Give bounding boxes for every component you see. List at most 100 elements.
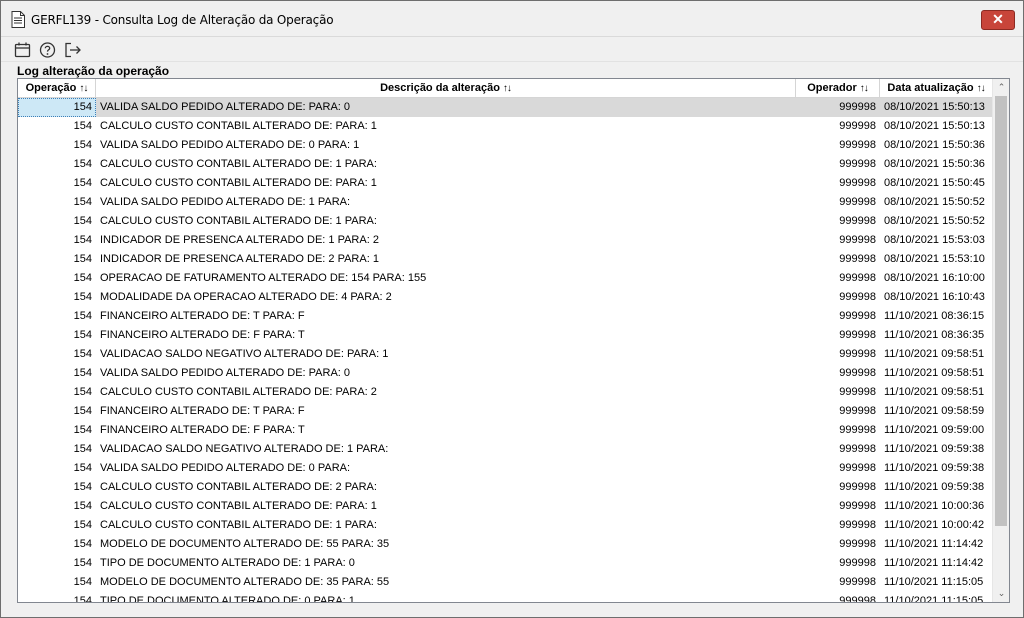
cell-data[interactable]: 11/10/2021 08:36:35 bbox=[880, 326, 992, 345]
cell-operador[interactable]: 999998 bbox=[796, 383, 880, 402]
cell-data[interactable]: 08/10/2021 16:10:43 bbox=[880, 288, 992, 307]
table-row[interactable]: 154 MODELO DE DOCUMENTO ALTERADO DE: 35 P… bbox=[18, 573, 992, 592]
scroll-up-icon[interactable]: ⌃ bbox=[993, 79, 1009, 96]
cell-operador[interactable]: 999998 bbox=[796, 478, 880, 497]
table-row[interactable]: 154 CALCULO CUSTO CONTABIL ALTERADO DE: 2… bbox=[18, 478, 992, 497]
cell-data[interactable]: 08/10/2021 15:50:52 bbox=[880, 193, 992, 212]
cell-descricao[interactable]: INDICADOR DE PRESENCA ALTERADO DE: 1 PAR… bbox=[96, 231, 796, 250]
cell-operacao[interactable]: 154 bbox=[18, 554, 96, 573]
table-row[interactable]: 154 CALCULO CUSTO CONTABIL ALTERADO DE: P… bbox=[18, 497, 992, 516]
table-row[interactable]: 154 VALIDA SALDO PEDIDO ALTERADO DE: 0 PA… bbox=[18, 136, 992, 155]
cell-descricao[interactable]: CALCULO CUSTO CONTABIL ALTERADO DE: 1 PA… bbox=[96, 155, 796, 174]
cell-descricao[interactable]: VALIDA SALDO PEDIDO ALTERADO DE: 1 PARA: bbox=[96, 193, 796, 212]
cell-data[interactable]: 11/10/2021 11:15:05 bbox=[880, 573, 992, 592]
cell-operacao[interactable]: 154 bbox=[18, 193, 96, 212]
cell-descricao[interactable]: FINANCEIRO ALTERADO DE: F PARA: T bbox=[96, 326, 796, 345]
cell-descricao[interactable]: CALCULO CUSTO CONTABIL ALTERADO DE: PARA… bbox=[96, 174, 796, 193]
table-row[interactable]: 154 CALCULO CUSTO CONTABIL ALTERADO DE: 1… bbox=[18, 155, 992, 174]
cell-operacao[interactable]: 154 bbox=[18, 174, 96, 193]
sort-icon[interactable]: ↑↓ bbox=[860, 83, 869, 94]
cell-data[interactable]: 11/10/2021 09:58:51 bbox=[880, 345, 992, 364]
scrollbar-thumb[interactable] bbox=[995, 96, 1007, 526]
table-row[interactable]: 154 CALCULO CUSTO CONTABIL ALTERADO DE: P… bbox=[18, 117, 992, 136]
column-header-operador[interactable]: Operador ↑↓ bbox=[796, 79, 880, 98]
vertical-scrollbar[interactable]: ⌃ ⌄ bbox=[992, 79, 1009, 602]
table-row[interactable]: 154 VALIDA SALDO PEDIDO ALTERADO DE: 0 PA… bbox=[18, 459, 992, 478]
cell-data[interactable]: 11/10/2021 09:59:38 bbox=[880, 440, 992, 459]
cell-data[interactable]: 11/10/2021 11:14:42 bbox=[880, 554, 992, 573]
cell-descricao[interactable]: CALCULO CUSTO CONTABIL ALTERADO DE: PARA… bbox=[96, 497, 796, 516]
cell-data[interactable]: 11/10/2021 09:58:51 bbox=[880, 383, 992, 402]
table-row[interactable]: 154 FINANCEIRO ALTERADO DE: F PARA: T 9999… bbox=[18, 421, 992, 440]
cell-descricao[interactable]: TIPO DE DOCUMENTO ALTERADO DE: 1 PARA: 0 bbox=[96, 554, 796, 573]
cell-data[interactable]: 11/10/2021 10:00:42 bbox=[880, 516, 992, 535]
cell-operacao[interactable]: 154 bbox=[18, 288, 96, 307]
table-row[interactable]: 154 FINANCEIRO ALTERADO DE: T PARA: F 9999… bbox=[18, 307, 992, 326]
cell-operacao[interactable]: 154 bbox=[18, 516, 96, 535]
table-row[interactable]: 154 CALCULO CUSTO CONTABIL ALTERADO DE: 1… bbox=[18, 516, 992, 535]
table-row[interactable]: 154 INDICADOR DE PRESENCA ALTERADO DE: 2 … bbox=[18, 250, 992, 269]
cell-operador[interactable]: 999998 bbox=[796, 497, 880, 516]
column-header-descricao[interactable]: Descrição da alteração ↑↓ bbox=[96, 79, 796, 98]
cell-operador[interactable]: 999998 bbox=[796, 440, 880, 459]
table-row[interactable]: 154 CALCULO CUSTO CONTABIL ALTERADO DE: 1… bbox=[18, 212, 992, 231]
cell-operador[interactable]: 999998 bbox=[796, 535, 880, 554]
cell-operacao[interactable]: 154 bbox=[18, 383, 96, 402]
cell-operador[interactable]: 999998 bbox=[796, 402, 880, 421]
cell-data[interactable]: 08/10/2021 15:50:13 bbox=[880, 98, 992, 117]
cell-data[interactable]: 11/10/2021 09:58:51 bbox=[880, 364, 992, 383]
cell-operacao[interactable]: 154 bbox=[18, 231, 96, 250]
cell-operacao[interactable]: 154 bbox=[18, 440, 96, 459]
cell-operador[interactable]: 999998 bbox=[796, 592, 880, 602]
calendar-icon[interactable] bbox=[13, 40, 33, 60]
cell-operacao[interactable]: 154 bbox=[18, 535, 96, 554]
cell-descricao[interactable]: FINANCEIRO ALTERADO DE: T PARA: F bbox=[96, 307, 796, 326]
cell-operacao[interactable]: 154 bbox=[18, 421, 96, 440]
cell-operador[interactable]: 999998 bbox=[796, 345, 880, 364]
cell-operador[interactable]: 999998 bbox=[796, 231, 880, 250]
cell-operacao[interactable]: 154 bbox=[18, 250, 96, 269]
cell-data[interactable]: 08/10/2021 15:50:36 bbox=[880, 155, 992, 174]
cell-operador[interactable]: 999998 bbox=[796, 155, 880, 174]
cell-descricao[interactable]: CALCULO CUSTO CONTABIL ALTERADO DE: 1 PA… bbox=[96, 212, 796, 231]
help-icon[interactable] bbox=[38, 40, 58, 60]
cell-data[interactable]: 11/10/2021 11:15:05 bbox=[880, 592, 992, 602]
cell-descricao[interactable]: CALCULO CUSTO CONTABIL ALTERADO DE: 1 PA… bbox=[96, 516, 796, 535]
cell-operador[interactable]: 999998 bbox=[796, 136, 880, 155]
cell-operador[interactable]: 999998 bbox=[796, 98, 880, 117]
table-row[interactable]: 154 VALIDACAO SALDO NEGATIVO ALTERADO DE:… bbox=[18, 345, 992, 364]
cell-data[interactable]: 11/10/2021 10:00:36 bbox=[880, 497, 992, 516]
cell-operador[interactable]: 999998 bbox=[796, 307, 880, 326]
cell-operacao[interactable]: 154 bbox=[18, 212, 96, 231]
cell-operador[interactable]: 999998 bbox=[796, 212, 880, 231]
column-header-operacao[interactable]: Operação ↑↓ bbox=[18, 79, 96, 98]
cell-data[interactable]: 08/10/2021 15:50:45 bbox=[880, 174, 992, 193]
cell-data[interactable]: 11/10/2021 09:58:59 bbox=[880, 402, 992, 421]
cell-operador[interactable]: 999998 bbox=[796, 326, 880, 345]
cell-operador[interactable]: 999998 bbox=[796, 364, 880, 383]
cell-operacao[interactable]: 154 bbox=[18, 269, 96, 288]
cell-operador[interactable]: 999998 bbox=[796, 193, 880, 212]
cell-operacao[interactable]: 154 bbox=[18, 497, 96, 516]
table-row[interactable]: 154 CALCULO CUSTO CONTABIL ALTERADO DE: P… bbox=[18, 383, 992, 402]
sort-icon[interactable]: ↑↓ bbox=[79, 83, 88, 94]
table-row[interactable]: 154 FINANCEIRO ALTERADO DE: F PARA: T 9999… bbox=[18, 326, 992, 345]
cell-descricao[interactable]: INDICADOR DE PRESENCA ALTERADO DE: 2 PAR… bbox=[96, 250, 796, 269]
cell-data[interactable]: 11/10/2021 09:59:38 bbox=[880, 459, 992, 478]
cell-operacao[interactable]: 154 bbox=[18, 155, 96, 174]
cell-data[interactable]: 08/10/2021 16:10:00 bbox=[880, 269, 992, 288]
table-row[interactable]: 154 VALIDA SALDO PEDIDO ALTERADO DE: PARA… bbox=[18, 364, 992, 383]
cell-operacao[interactable]: 154 bbox=[18, 364, 96, 383]
exit-icon[interactable] bbox=[63, 40, 83, 60]
sort-icon[interactable]: ↑↓ bbox=[503, 83, 512, 94]
cell-descricao[interactable]: VALIDA SALDO PEDIDO ALTERADO DE: PARA: 0 bbox=[96, 98, 796, 117]
cell-operador[interactable]: 999998 bbox=[796, 573, 880, 592]
cell-data[interactable]: 11/10/2021 09:59:00 bbox=[880, 421, 992, 440]
cell-operador[interactable]: 999998 bbox=[796, 554, 880, 573]
table-row[interactable]: 154 INDICADOR DE PRESENCA ALTERADO DE: 1 … bbox=[18, 231, 992, 250]
cell-descricao[interactable]: MODELO DE DOCUMENTO ALTERADO DE: 35 PARA… bbox=[96, 573, 796, 592]
cell-descricao[interactable]: VALIDACAO SALDO NEGATIVO ALTERADO DE: PA… bbox=[96, 345, 796, 364]
cell-operacao[interactable]: 154 bbox=[18, 136, 96, 155]
cell-operacao[interactable]: 154 bbox=[18, 402, 96, 421]
cell-data[interactable]: 08/10/2021 15:50:13 bbox=[880, 117, 992, 136]
